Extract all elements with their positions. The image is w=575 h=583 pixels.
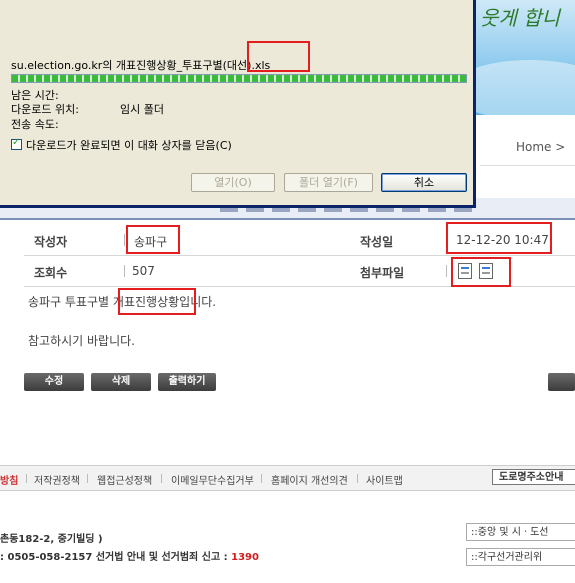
footer-link-feedback[interactable]: 홈페이지 개선의견 — [271, 472, 348, 487]
road-address-button[interactable]: 도로명주소안내 — [492, 469, 575, 485]
download-progress-bar — [11, 74, 467, 83]
download-location-label: 다운로드 위치: — [11, 103, 79, 116]
footer-link-privacy[interactable]: 방침 — [0, 472, 18, 487]
cancel-button[interactable]: 취소 — [381, 173, 467, 192]
download-filename: su.election.go.kr의 개표진행상황_투표구별(대선).xls — [11, 59, 271, 72]
highlight-attachments — [451, 257, 511, 287]
highlight-filename-election — [247, 41, 310, 72]
divider — [26, 474, 27, 483]
divider — [124, 265, 125, 277]
highlight-author — [126, 225, 180, 254]
open-button[interactable]: 열기(O) — [191, 173, 275, 192]
print-button[interactable]: 출력하기 — [158, 373, 216, 391]
close-when-done-checkbox[interactable] — [11, 137, 22, 150]
highlight-body-keyword — [118, 288, 196, 315]
footer-nav: 방침 저작권정책 웹접근성정책 이메일무단수집거부 홈페이지 개선의견 사이트맵… — [0, 465, 575, 491]
post-body-line: 참고하시기 바랍니다. — [28, 334, 135, 348]
delete-button[interactable]: 삭제 — [91, 373, 151, 391]
date-label: 작성일 — [360, 235, 394, 249]
views-value: 507 — [132, 264, 155, 278]
footer-link-email-refusal[interactable]: 이메일무단수집거부 — [171, 472, 254, 487]
footer-link-copyright[interactable]: 저작권정책 — [34, 472, 80, 487]
footer-contact: : 0505-058-2157 선거법 안내 및 선거범죄 신고 : 1390 — [0, 548, 259, 563]
divider — [87, 474, 88, 483]
highlight-date — [446, 222, 552, 254]
divider — [446, 265, 447, 277]
open-folder-button[interactable]: 폴더 열기(F) — [284, 173, 373, 192]
divider — [357, 474, 358, 483]
footer-link-sitemap[interactable]: 사이트맵 — [366, 472, 403, 487]
edit-button[interactable]: 수정 — [24, 373, 84, 391]
views-label: 조회수 — [34, 266, 68, 280]
banner-wave — [470, 60, 575, 115]
footer-report-desc: 선거법 안내 및 선거범죄 신고 : — [95, 552, 228, 563]
footer-address: 촌동182-2, 중기빌딩 ) — [0, 534, 103, 545]
divider — [124, 234, 125, 246]
central-committee-select[interactable]: ::중앙 및 시ㆍ도선 — [466, 523, 575, 541]
transfer-speed-label: 전송 속도: — [11, 118, 59, 131]
banner-image: 웃게 합니 — [470, 0, 575, 115]
list-button[interactable] — [548, 373, 575, 391]
footer-link-accessibility[interactable]: 웹접근성정책 — [97, 472, 152, 487]
divider — [261, 474, 262, 483]
breadcrumb-divider — [480, 165, 575, 166]
close-when-done-label[interactable]: 다운로드가 완료되면 이 대화 상자를 닫음(C) — [26, 137, 232, 153]
download-dialog: su.election.go.kr의 개표진행상황_투표구별(대선).xls 남… — [0, 0, 476, 208]
footer-report-number: 1390 — [231, 552, 259, 563]
divider — [161, 474, 162, 483]
author-label: 작성자 — [34, 235, 68, 249]
attach-label: 첨부파일 — [360, 266, 405, 280]
footer-phone: : 0505-058-2157 — [0, 552, 93, 563]
download-location-value: 임시 폴더 — [120, 103, 164, 116]
breadcrumb-home[interactable]: Home > — [516, 140, 565, 154]
banner-slogan: 웃게 합니 — [480, 6, 560, 30]
local-committee-select[interactable]: ::각구선거관리위 — [466, 548, 575, 566]
